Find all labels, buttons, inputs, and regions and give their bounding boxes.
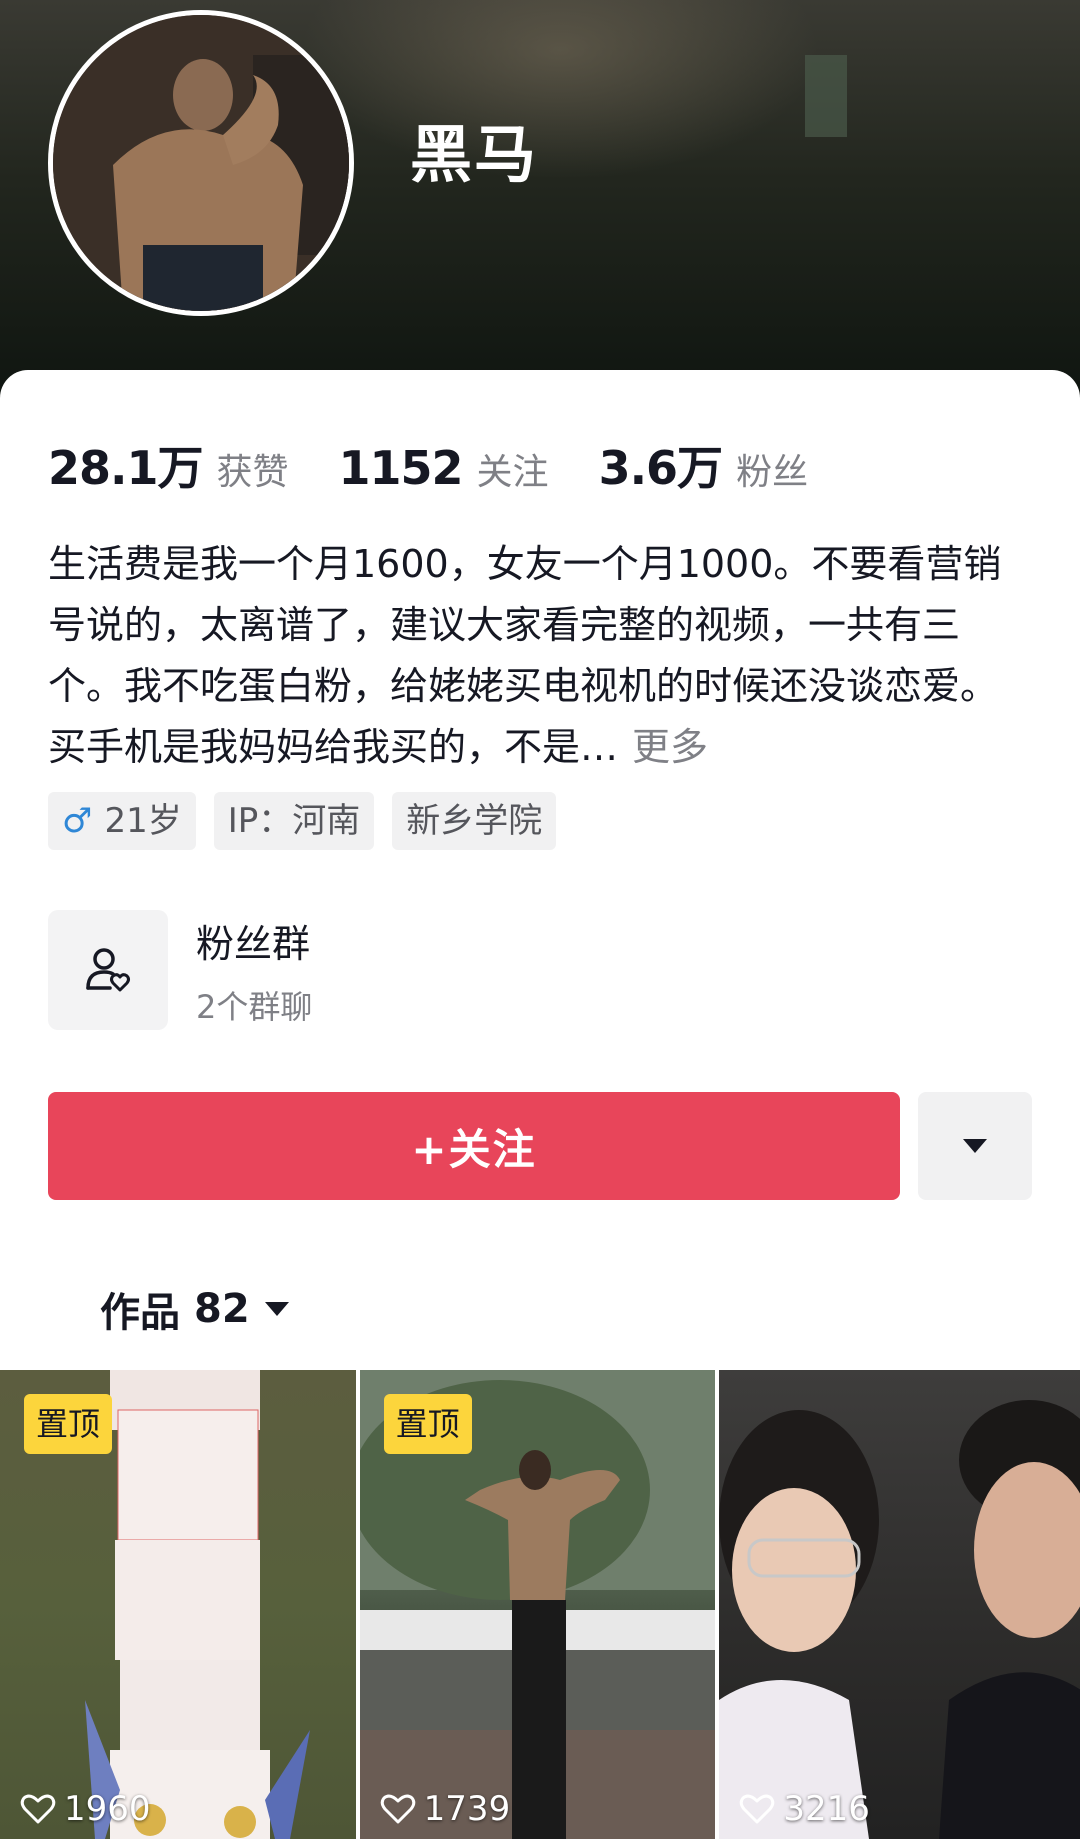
profile-stats: 28.1万 获赞 1152 关注 3.6万 粉丝 <box>48 432 858 498</box>
caret-down-icon <box>963 1139 987 1153</box>
heart-icon <box>740 1794 775 1824</box>
stat-likes-value: 28.1万 <box>48 441 203 495</box>
pinned-badge: 置顶 <box>24 1394 113 1454</box>
profile-bio: 生活费是我一个月1600，女友一个月1000。不要看营销号说的，太离谱了，建议大… <box>48 534 1028 778</box>
works-tab[interactable]: 作品 82 <box>100 1280 290 1338</box>
follow-button[interactable]: +关注 <box>48 1092 900 1200</box>
works-caret-down-icon <box>264 1302 289 1316</box>
tag-gender-age: ♂ 21岁 <box>48 792 196 850</box>
avatar-photo <box>53 15 349 311</box>
tag-ip-location: IP：河南 <box>213 792 375 850</box>
stat-following-value: 1152 <box>338 441 464 495</box>
stat-followers-label: 粉丝 <box>736 452 809 493</box>
bio-text: 生活费是我一个月1600，女友一个月1000。不要看营销号说的，太离谱了，建议大… <box>48 542 1002 769</box>
works-count: 82 <box>194 1286 250 1332</box>
work-likes-count: 1739 <box>423 1789 511 1829</box>
heart-icon <box>380 1794 415 1824</box>
user-heart-icon <box>86 948 130 992</box>
stat-followers[interactable]: 3.6万 粉丝 <box>599 432 809 498</box>
works-grid: 置顶 1960 置顶 1739 3216 <box>0 1370 1080 1839</box>
work-likes: 1960 <box>20 1789 151 1829</box>
profile-card: 28.1万 获赞 1152 关注 3.6万 粉丝 生活费是我一个月1600，女友… <box>0 370 1080 1839</box>
header-image-window <box>805 55 847 137</box>
work-likes: 3216 <box>739 1789 870 1829</box>
work-likes: 1739 <box>380 1789 511 1829</box>
male-icon: ♂ <box>62 801 93 841</box>
stat-likes[interactable]: 28.1万 获赞 <box>48 432 289 498</box>
profile-tags: ♂ 21岁 IP：河南 新乡学院 <box>48 792 574 850</box>
more-options-button[interactable] <box>918 1092 1032 1200</box>
stat-followers-value: 3.6万 <box>598 441 723 495</box>
stat-following[interactable]: 1152 关注 <box>339 441 549 495</box>
avatar[interactable] <box>48 10 354 316</box>
tag-school[interactable]: 新乡学院 <box>392 792 557 850</box>
work-tile[interactable]: 3216 <box>719 1370 1080 1839</box>
works-label: 作品 <box>100 1290 180 1336</box>
tag-age-label: 21岁 <box>104 801 182 841</box>
work-tile[interactable]: 置顶 1960 <box>0 1370 356 1839</box>
header-image-highlight <box>300 0 820 180</box>
work-likes-count: 1960 <box>64 1789 151 1829</box>
fan-group-title: 粉丝群 <box>196 921 311 966</box>
pinned-badge: 置顶 <box>383 1394 472 1454</box>
fan-group-entry[interactable]: 粉丝群 2个群聊 <box>48 910 312 1030</box>
heart-icon <box>20 1794 56 1824</box>
work-thumbnail-couple-selfie <box>719 1400 1080 1839</box>
work-tile[interactable]: 置顶 1739 <box>359 1370 716 1839</box>
bio-more-link[interactable]: 更多 <box>632 725 708 769</box>
work-likes-count: 3216 <box>783 1789 870 1829</box>
fan-group-icon <box>48 910 168 1030</box>
fan-group-subtitle: 2个群聊 <box>196 987 313 1026</box>
stat-following-label: 关注 <box>476 452 549 493</box>
profile-name: 黑马 <box>410 118 539 191</box>
stat-likes-label: 获赞 <box>216 452 289 493</box>
